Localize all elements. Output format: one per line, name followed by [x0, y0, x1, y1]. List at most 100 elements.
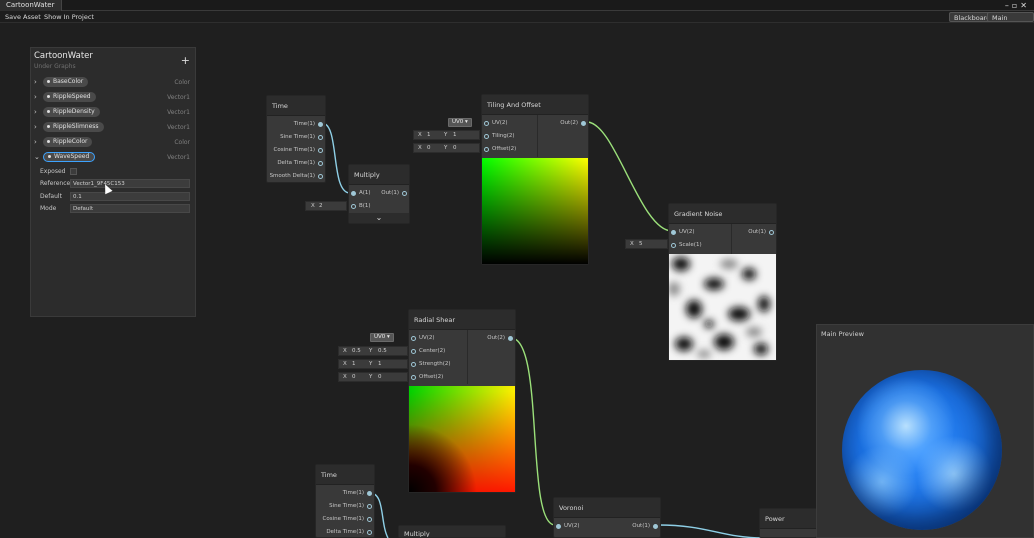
default-input[interactable]: 0.1	[70, 192, 190, 201]
offset-input[interactable]: X0 Y0	[413, 143, 480, 153]
port-in[interactable]: Center(2)	[409, 345, 445, 358]
offset-input[interactable]: X0 Y0	[338, 372, 408, 382]
property-row[interactable]: › RippleColor Color	[31, 136, 195, 149]
port-dot-icon[interactable]	[318, 135, 323, 140]
node-radial-shear[interactable]: Radial Shear UV(2) Center(2) Strength(2)…	[408, 309, 516, 493]
property-pill[interactable]: RippleDensity	[43, 107, 100, 117]
node-voronoi[interactable]: Voronoi UV(2) Out(1)	[553, 497, 661, 538]
node-gradient-noise[interactable]: Gradient Noise UV(2) Scale(1) Out(1)	[668, 203, 777, 361]
port-dot-icon[interactable]	[367, 504, 372, 509]
port-in[interactable]: UV(2)	[482, 117, 508, 130]
exposed-checkbox[interactable]	[70, 168, 77, 175]
port-out[interactable]: Cosine Time(1)	[316, 513, 374, 526]
node-tiling-and-offset[interactable]: Tiling And Offset UV(2) Tiling(2) Offset…	[481, 94, 589, 265]
port-out[interactable]: Smooth Delta(1)	[267, 170, 325, 183]
port-out[interactable]: Out(1)	[620, 520, 660, 533]
port-dot-icon[interactable]	[411, 349, 416, 354]
node-time[interactable]: Time Time(1) Sine Time(1) Cosine Time(1)…	[315, 464, 375, 538]
port-dot-icon[interactable]	[318, 122, 323, 127]
port-out[interactable]: Delta Time(1)	[316, 526, 374, 538]
port-dot-icon[interactable]	[367, 530, 372, 535]
port-dot-icon[interactable]	[367, 517, 372, 522]
add-property-button[interactable]: +	[181, 54, 190, 67]
chevron-right-icon[interactable]: ›	[34, 76, 37, 89]
port-dot-icon[interactable]	[411, 362, 416, 367]
port-dot-icon[interactable]	[671, 243, 676, 248]
property-row[interactable]: › BaseColor Color	[31, 76, 195, 89]
uv-channel-dropdown[interactable]: UV0 ▾	[448, 118, 472, 127]
port-out[interactable]: Sine Time(1)	[267, 131, 325, 144]
port-dot-icon[interactable]	[581, 121, 586, 126]
window-controls[interactable]: –▫✕	[1005, 0, 1030, 11]
node-time[interactable]: Time Time(1) Sine Time(1) Cosine Time(1)…	[266, 95, 326, 183]
graph-canvas[interactable]: CartoonWater Under Graphs + › BaseColor …	[0, 23, 1034, 538]
node-multiply[interactable]: Multiply A(1) B(1) Out(1) ⌄	[348, 164, 410, 224]
property-row[interactable]: › RippleSpeed Vector1	[31, 91, 195, 104]
port-in[interactable]: UV(2)	[669, 226, 695, 239]
port-dot-icon[interactable]	[653, 524, 658, 529]
chevron-right-icon[interactable]: ›	[34, 106, 37, 119]
port-in[interactable]: Strength(2)	[409, 358, 451, 371]
show-in-project-button[interactable]: Show In Project	[40, 12, 98, 22]
port-dot-icon[interactable]	[318, 148, 323, 153]
port-out[interactable]: Delta Time(1)	[267, 157, 325, 170]
preview-sphere[interactable]	[842, 370, 1002, 530]
port-dot-icon[interactable]	[484, 147, 489, 152]
port-dot-icon[interactable]	[508, 336, 513, 341]
chevron-right-icon[interactable]: ›	[34, 91, 37, 104]
port-dot-icon[interactable]	[318, 161, 323, 166]
port-dot-icon[interactable]	[318, 174, 323, 179]
property-row[interactable]: › RippleSlimness Vector1	[31, 121, 195, 134]
property-row[interactable]: › RippleDensity Vector1	[31, 106, 195, 119]
port-in[interactable]: Scale(1)	[669, 239, 702, 252]
main-preview-button[interactable]: Main Preview	[987, 12, 1034, 32]
port-in[interactable]: UV(2)	[409, 332, 435, 345]
port-in[interactable]: UV(2)	[554, 520, 580, 533]
port-out[interactable]: Sine Time(1)	[316, 500, 374, 513]
port-dot-icon[interactable]	[556, 524, 561, 529]
port-dot-icon[interactable]	[411, 375, 416, 380]
reference-input[interactable]: Vector1_9F45C153	[70, 179, 190, 188]
property-pill[interactable]: RippleSpeed	[43, 92, 96, 102]
chevron-down-icon[interactable]: ⌄	[34, 151, 40, 164]
property-pill[interactable]: WaveSpeed	[43, 152, 96, 162]
strength-input[interactable]: X1 Y1	[338, 359, 408, 369]
expand-chevron-icon[interactable]: ⌄	[349, 213, 409, 223]
property-pill[interactable]: RippleSlimness	[43, 122, 104, 132]
tab-cartoonwater[interactable]: CartoonWater	[0, 0, 62, 11]
property-pill[interactable]: BaseColor	[43, 77, 89, 87]
port-in[interactable]: A(1)	[349, 187, 371, 200]
port-dot-icon[interactable]	[484, 121, 489, 126]
port-dot-icon[interactable]	[351, 204, 356, 209]
port-out[interactable]: Out(2)	[470, 332, 515, 345]
property-pill[interactable]: RippleColor	[43, 137, 93, 147]
node-power[interactable]: Power	[759, 508, 817, 538]
port-out[interactable]: Time(1)	[316, 487, 374, 500]
tiling-input[interactable]: X1 Y1	[413, 130, 480, 140]
scale-input[interactable]: X5	[625, 239, 668, 249]
port-dot-icon[interactable]	[367, 491, 372, 496]
port-in[interactable]: Offset(2)	[482, 143, 516, 156]
mode-dropdown[interactable]: Default	[70, 204, 190, 213]
port-dot-icon[interactable]	[351, 191, 356, 196]
port-in[interactable]: B(1)	[349, 200, 371, 213]
port-out[interactable]: Out(2)	[538, 117, 588, 130]
chevron-right-icon[interactable]: ›	[34, 121, 37, 134]
port-dot-icon[interactable]	[402, 191, 407, 196]
port-dot-icon[interactable]	[769, 230, 774, 235]
port-in[interactable]: Tiling(2)	[482, 130, 515, 143]
center-input[interactable]: X 0.5 Y 0.5	[338, 346, 408, 356]
chevron-right-icon[interactable]: ›	[34, 136, 37, 149]
port-dot-icon[interactable]	[671, 230, 676, 235]
port-in[interactable]: Offset(2)	[409, 371, 443, 384]
port-out[interactable]: Cosine Time(1)	[267, 144, 325, 157]
port-out[interactable]: Out(1)	[734, 226, 776, 239]
multiply-b-input[interactable]: X 2	[305, 201, 347, 211]
save-asset-button[interactable]: Save Asset	[1, 12, 45, 22]
port-out[interactable]: Out(1)	[379, 187, 409, 200]
port-dot-icon[interactable]	[411, 336, 416, 341]
property-row-selected[interactable]: ⌄ WaveSpeed Vector1	[31, 151, 195, 164]
node-multiply[interactable]: Multiply	[398, 525, 506, 538]
main-preview-panel[interactable]: Main Preview	[816, 324, 1034, 538]
uv-channel-dropdown[interactable]: UV0 ▾	[370, 333, 394, 342]
